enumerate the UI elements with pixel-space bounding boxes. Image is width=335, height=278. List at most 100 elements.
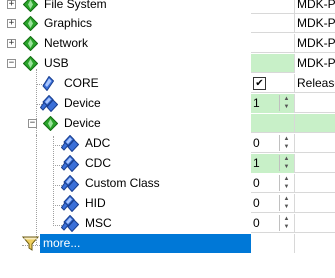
grid-row: 0 ▲ ▼ xyxy=(251,134,335,153)
spinner[interactable]: ▲ ▼ xyxy=(279,175,293,191)
component-tree: + File System + Graphics + Network − USB xyxy=(0,0,251,254)
grid-cell: MDK-P xyxy=(295,0,335,14)
tree-item-cdc[interactable]: CDC xyxy=(0,154,251,173)
grid-cell xyxy=(295,194,335,213)
expand-icon[interactable]: + xyxy=(7,0,16,9)
cell-text: Release xyxy=(297,76,335,90)
grid-row: 1 ▲ ▼ xyxy=(251,154,335,173)
grid-row xyxy=(251,114,335,133)
grid-cell xyxy=(295,214,335,233)
tree-item-adc[interactable]: ADC xyxy=(0,134,251,153)
blue-gems-icon xyxy=(61,135,79,152)
grid-row: 0 ▲ ▼ xyxy=(251,194,335,213)
tree-item-custom-class[interactable]: Custom Class xyxy=(0,174,251,193)
grid-cell: 1 ▲ ▼ xyxy=(251,154,295,173)
property-grid: MDK-P MDK-P MDK-P MDK-P ✔ Release 1 ▲▼ 0 xyxy=(251,0,335,254)
grid-cell xyxy=(251,34,295,53)
spin-down-icon[interactable]: ▼ xyxy=(280,103,293,111)
tree-item-graphics[interactable]: + Graphics xyxy=(0,14,251,33)
instance-count[interactable]: 0 xyxy=(253,216,260,230)
grid-cell xyxy=(295,134,335,153)
blue-gems-icon xyxy=(61,215,79,232)
spin-down-icon[interactable]: ▼ xyxy=(280,203,293,211)
tree-item-more[interactable]: more... xyxy=(0,234,251,253)
collapse-icon[interactable]: − xyxy=(28,119,37,128)
tree-item-label: Device xyxy=(64,96,101,110)
expand-icon[interactable]: + xyxy=(7,39,16,48)
tree-item-label: CORE xyxy=(64,76,99,90)
green-diamond-icon xyxy=(23,16,38,31)
tree-item-core[interactable]: CORE xyxy=(0,74,251,93)
spin-up-icon[interactable]: ▲ xyxy=(280,175,293,183)
spin-down-icon[interactable]: ▼ xyxy=(280,163,293,171)
grid-cell: MDK-P xyxy=(295,14,335,33)
tree-item-msc[interactable]: MSC xyxy=(0,214,251,233)
grid-cell: 1 ▲ ▼ xyxy=(251,94,295,113)
tree-item-label: MSC xyxy=(85,216,112,230)
tree-item-device[interactable]: − Device xyxy=(0,114,251,133)
cell-text: MDK-P xyxy=(297,0,335,11)
green-diamond-icon xyxy=(23,0,38,12)
cell-text: MDK-P xyxy=(297,56,335,70)
grid-cell xyxy=(295,94,335,113)
grid-cell xyxy=(295,174,335,193)
spinner[interactable]: ▲ ▼ xyxy=(279,195,293,211)
grid-row xyxy=(251,234,335,253)
spinner[interactable]: ▲ ▼ xyxy=(279,135,293,151)
grid-row: 1 ▲ ▼ xyxy=(251,94,335,113)
grid-cell xyxy=(251,0,295,14)
tree-item-label: Device xyxy=(64,116,101,130)
grid-row: MDK-P xyxy=(251,14,335,33)
instance-count[interactable]: 0 xyxy=(253,196,260,210)
expand-icon[interactable]: + xyxy=(7,19,16,28)
blue-diamond-icon xyxy=(42,76,54,91)
grid-row: MDK-P xyxy=(251,34,335,53)
spin-up-icon[interactable]: ▲ xyxy=(280,95,293,103)
grid-cell: MDK-P xyxy=(295,54,335,73)
tree-item-label: CDC xyxy=(85,156,111,170)
cell-text: MDK-P xyxy=(297,36,335,50)
tree-item-label: Network xyxy=(44,36,89,50)
spinner[interactable]: ▲ ▼ xyxy=(279,95,293,111)
grid-cell: 0 ▲ ▼ xyxy=(251,174,295,193)
grid-cell xyxy=(251,54,295,73)
spinner[interactable]: ▲ ▼ xyxy=(279,155,293,171)
spin-down-icon[interactable]: ▼ xyxy=(280,223,293,231)
tree-item-label: ADC xyxy=(85,136,111,150)
grid-cell xyxy=(251,14,295,33)
grid-cell xyxy=(251,114,295,133)
grid-cell xyxy=(295,234,335,253)
cell-text: MDK-P xyxy=(297,16,335,30)
tree-item-device-api[interactable]: Device xyxy=(0,94,251,113)
tree-item-label: more... xyxy=(43,236,81,250)
grid-cell: ✔ xyxy=(251,74,295,93)
instance-count[interactable]: 0 xyxy=(253,136,260,150)
spin-down-icon[interactable]: ▼ xyxy=(280,143,293,151)
tree-item-hid[interactable]: HID xyxy=(0,194,251,213)
tree-item-file-system[interactable]: + File System xyxy=(0,0,251,14)
blue-gems-icon xyxy=(61,175,79,192)
instance-count[interactable]: 1 xyxy=(253,96,260,110)
grid-cell xyxy=(251,234,295,253)
instance-count[interactable]: 0 xyxy=(253,176,260,190)
instance-count[interactable]: 1 xyxy=(253,156,260,170)
green-diamond-icon xyxy=(43,116,58,131)
spin-up-icon[interactable]: ▲ xyxy=(280,195,293,203)
spin-up-icon[interactable]: ▲ xyxy=(280,135,293,143)
grid-cell xyxy=(295,154,335,173)
grid-cell: 0 ▲ ▼ xyxy=(251,134,295,153)
collapse-icon[interactable]: − xyxy=(7,59,16,68)
grid-row: MDK-P xyxy=(251,0,335,14)
grid-row: MDK-P xyxy=(251,54,335,73)
spin-up-icon[interactable]: ▲ xyxy=(280,155,293,163)
spin-down-icon[interactable]: ▼ xyxy=(280,183,293,191)
tree-item-usb[interactable]: − USB xyxy=(0,54,251,73)
blue-gems-icon xyxy=(61,195,79,212)
spin-up-icon[interactable]: ▲ xyxy=(280,215,293,223)
grid-row: 0 ▲ ▼ xyxy=(251,214,335,233)
grid-cell: Release xyxy=(295,74,335,93)
tree-item-network[interactable]: + Network xyxy=(0,34,251,53)
spinner[interactable]: ▲ ▼ xyxy=(279,215,293,231)
select-checkbox[interactable]: ✔ xyxy=(253,77,266,90)
tree-item-label: USB xyxy=(44,56,69,70)
